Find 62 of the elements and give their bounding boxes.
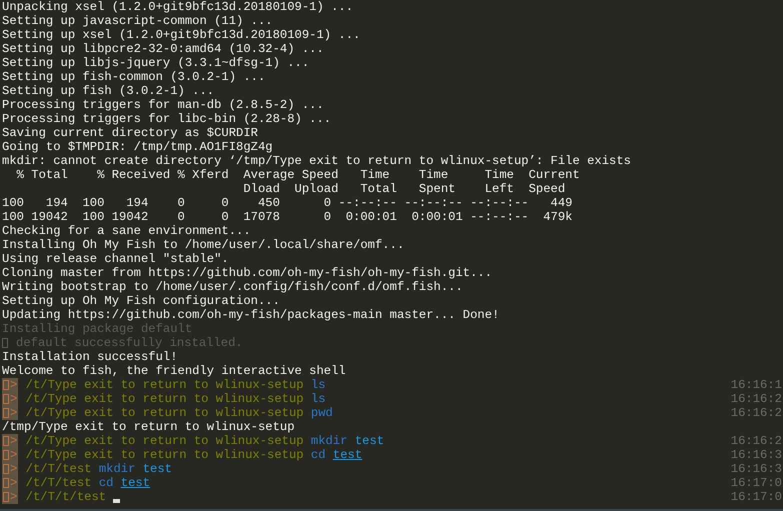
prompt-segment: >	[2, 434, 18, 448]
output-line: Unpacking xsel (1.2.0+git9bfc13d.20180109-1) ...	[2, 0, 354, 14]
output-line: Installing Oh My Fish to /home/user/.local/share/omf...	[2, 238, 404, 252]
output-line: Setting up Oh My Fish configuration...	[2, 294, 280, 308]
output-line: Cloning master from https://github.com/oh-my-fish/oh-my-fish.git...	[2, 266, 492, 280]
output-line: Setting up xsel (1.2.0+git9bfc13d.20180109-1) ...	[2, 28, 360, 42]
output-line: Processing triggers for man-db (2.8.5-2) ...	[2, 98, 324, 112]
timestamp: 16:17:0	[730, 490, 783, 504]
command-argument: test	[354, 434, 384, 448]
output-line: Checking for a sane environment...	[2, 224, 251, 238]
timestamp: 16:16:2	[730, 434, 783, 448]
timestamp: 16:16:2	[730, 406, 783, 420]
output-line: Dload Upload Total Spent Left Speed	[242, 182, 566, 196]
prompt-path: /t/Type exit to return to wlinux-setup	[26, 392, 304, 406]
prompt-path: /t/T/test	[26, 462, 92, 476]
output-line: % Total % Received % Xferd Average Speed Time Time Time Current	[16, 168, 580, 182]
prompt-path: /t/T/t/test	[26, 490, 106, 504]
output-line: Saving current directory as $CURDIR	[2, 126, 258, 140]
prompt-path: /t/Type exit to return to wlinux-setup	[26, 434, 304, 448]
prompt-segment: >	[2, 406, 18, 420]
prompt-path: /t/T/test	[26, 476, 92, 490]
output-line: Installation successful!	[2, 350, 178, 364]
command-text: ls	[310, 392, 326, 406]
command-text: ls	[310, 378, 326, 392]
output-line: Updating https://github.com/oh-my-fish/packages-main master... Done!	[2, 308, 500, 322]
prompt-segment: >	[2, 448, 18, 462]
output-line: Going to $TMPDIR: /tmp/tmp.AO1FI8gZ4g	[2, 140, 273, 154]
output-line: Writing bootstrap to /home/user/.config/fish/conf.d/omf.fish...	[2, 280, 463, 294]
output-line: Setting up fish (3.0.2-1) ...	[2, 84, 214, 98]
prompt-path: /t/Type exit to return to wlinux-setup	[26, 378, 304, 392]
prompt-segment: >	[2, 476, 18, 490]
output-line: Setting up fish-common (3.0.2-1) ...	[2, 70, 266, 84]
timestamp: 16:16:3	[730, 462, 783, 476]
command-text: mkdir	[310, 434, 348, 448]
output-line: Welcome to fish, the friendly interactive shell	[2, 364, 346, 378]
command-argument: test	[120, 476, 150, 490]
output-line: 100 19042 100 19042 0 0 17078 0 0:00:01 0:00:01 --:--:-- 479k	[2, 210, 572, 224]
timestamp: 16:17:0	[730, 476, 783, 490]
timestamp: 16:16:3	[730, 448, 783, 462]
missing-glyph-icon	[2, 338, 8, 348]
output-line: Using release channel "stable".	[2, 252, 229, 266]
prompt-segment: >	[2, 490, 18, 504]
command-text: pwd	[310, 406, 333, 420]
prompt-segment: >	[2, 392, 18, 406]
command-text: mkdir	[98, 462, 136, 476]
prompt-segment: >	[2, 378, 18, 392]
output-line: Setting up libpcre2-32-0:amd64 (10.32-4) ...	[2, 42, 324, 56]
output-line: mkdir: cannot create directory ‘/tmp/Type exit to return to wlinux-setup’: File exists	[2, 154, 631, 168]
output-line: Processing triggers for libc-bin (2.28-8) ...	[2, 112, 332, 126]
command-argument: test	[332, 448, 362, 462]
command-text: cd	[310, 448, 326, 462]
timestamp: 16:16:1	[730, 378, 783, 392]
timestamp: 16:16:2	[730, 392, 783, 406]
output-line: 100 194 100 194 0 0 450 0 --:--:-- --:--:-- --:--:-- 449	[2, 196, 572, 210]
prompt-path: /t/Type exit to return to wlinux-setup	[26, 448, 304, 462]
output-line: Setting up javascript-common (11) ...	[2, 14, 273, 28]
prompt-path: /t/Type exit to return to wlinux-setup	[26, 406, 304, 420]
output-line: /tmp/Type exit to return to wlinux-setup	[2, 420, 295, 434]
command-argument: test	[142, 462, 172, 476]
output-line: Setting up libjs-jquery (3.3.1~dfsg-1) ...	[2, 56, 310, 70]
command-text: cd	[98, 476, 114, 490]
prompt-segment: >	[2, 462, 18, 476]
